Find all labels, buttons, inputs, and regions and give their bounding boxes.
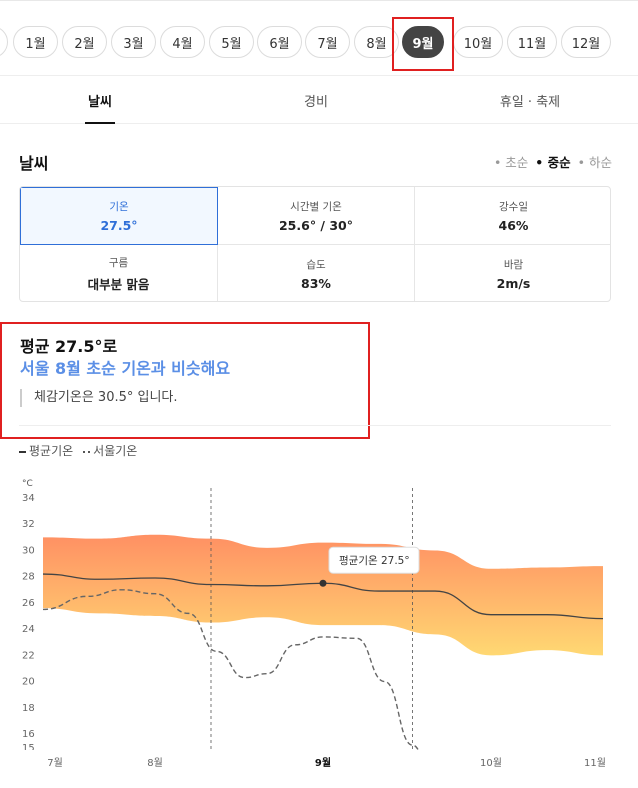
weather-stats-grid: 기온 27.5° 시간별 기온 25.6° / 30° 강수일 46% 구름 대…	[19, 186, 611, 302]
month-chip-1[interactable]: 1월	[13, 26, 58, 58]
section-divider	[19, 425, 611, 426]
stat-value: 27.5°	[100, 218, 138, 233]
stat-label: 강수일	[499, 200, 528, 213]
x-tick-label: 10월	[480, 757, 502, 769]
month-chip-10[interactable]: 10월	[453, 26, 503, 58]
chart-bottom-mask	[0, 750, 638, 788]
stat-value: 25.6° / 30°	[278, 217, 353, 233]
stat-value: 대부분 맑음	[87, 277, 150, 292]
y-tick-label: 28	[22, 572, 35, 583]
y-tick-label: 18	[22, 703, 35, 714]
x-tick-label: 11월	[584, 757, 606, 769]
tooltip-point	[319, 579, 327, 587]
legend-seoul-label: 서울기온	[93, 444, 138, 458]
stat-clouds[interactable]: 구름 대부분 맑음	[20, 245, 218, 301]
y-tick-label: 22	[22, 650, 35, 661]
period-early[interactable]: • 초순	[494, 152, 528, 171]
y-tick-label: 24	[22, 624, 35, 635]
y-tick-label: 32	[22, 519, 35, 530]
weather-section-title: 날씨	[19, 154, 49, 173]
chart-legend: 평균기온 서울기온	[19, 442, 137, 459]
stat-value: 46%	[498, 217, 529, 233]
stat-label: 바람	[503, 259, 524, 271]
month-chip-12[interactable]: 12월	[561, 26, 611, 58]
y-axis-unit: °C	[22, 479, 33, 489]
stat-hourly-temperature[interactable]: 시간별 기온 25.6° / 30°	[218, 187, 415, 245]
month-selection-box	[392, 17, 454, 71]
month-chip-5[interactable]: 5월	[209, 26, 254, 58]
solid-line-icon	[19, 450, 26, 453]
month-chip-prev-partial[interactable]	[0, 26, 8, 58]
month-chip-11[interactable]: 11월	[507, 26, 557, 58]
legend-seoul: 서울기온	[83, 442, 137, 459]
stat-precipitation-days[interactable]: 강수일 46%	[415, 187, 610, 245]
legend-average: 평균기온	[19, 442, 73, 459]
stat-temperature[interactable]: 기온 27.5°	[20, 187, 218, 245]
x-tick-label: 7월	[47, 757, 63, 769]
tab-weather[interactable]: 날씨	[0, 76, 200, 124]
temperature-chart: °C3432302826242220181615평균기온 27.5°7월 8월 9월…	[0, 479, 638, 788]
month-chip-3[interactable]: 3월	[111, 26, 156, 58]
stat-label: 기온	[109, 201, 129, 213]
month-chip-2[interactable]: 2월	[62, 26, 107, 58]
dashed-line-icon	[83, 450, 91, 453]
x-tick-label: 8월	[147, 757, 163, 769]
stat-label: 습도	[306, 259, 326, 271]
stat-value: 83%	[301, 276, 331, 291]
month-chip-6[interactable]: 6월	[257, 26, 302, 58]
x-tick-label: 9월	[315, 757, 331, 769]
stat-wind[interactable]: 바람 2m/s	[415, 245, 610, 301]
period-selector: • 초순 • 중순 • 하순	[494, 152, 612, 171]
stat-value: 2m/s	[496, 276, 531, 291]
month-chip-7[interactable]: 7월	[305, 26, 350, 58]
tab-expenses[interactable]: 경비	[216, 76, 416, 124]
legend-average-label: 평균기온	[29, 444, 74, 458]
stat-humidity[interactable]: 습도 83%	[218, 245, 415, 301]
month-selector: 1월 2월 3월 4월 5월 6월 7월 8월 9월 10월 11월 12월	[0, 0, 638, 76]
y-tick-label: 16	[22, 729, 35, 740]
tooltip-label: 평균기온 27.5°	[339, 555, 410, 567]
tab-holidays-festivals[interactable]: 휴일 · 축제	[430, 76, 630, 124]
tab-bar: 날씨 경비 휴일 · 축제	[0, 76, 638, 124]
summary-selection-box	[0, 322, 370, 439]
y-tick-label: 34	[22, 493, 35, 504]
stat-label: 시간별 기온	[290, 200, 342, 213]
period-mid[interactable]: • 중순	[535, 152, 570, 171]
active-tab-indicator	[85, 122, 115, 124]
month-chip-4[interactable]: 4월	[160, 26, 205, 58]
period-late[interactable]: • 하순	[578, 152, 612, 171]
y-tick-label: 30	[22, 545, 35, 556]
y-tick-label: 26	[22, 598, 35, 609]
stat-label: 구름	[108, 257, 129, 269]
y-tick-label: 20	[22, 677, 35, 688]
